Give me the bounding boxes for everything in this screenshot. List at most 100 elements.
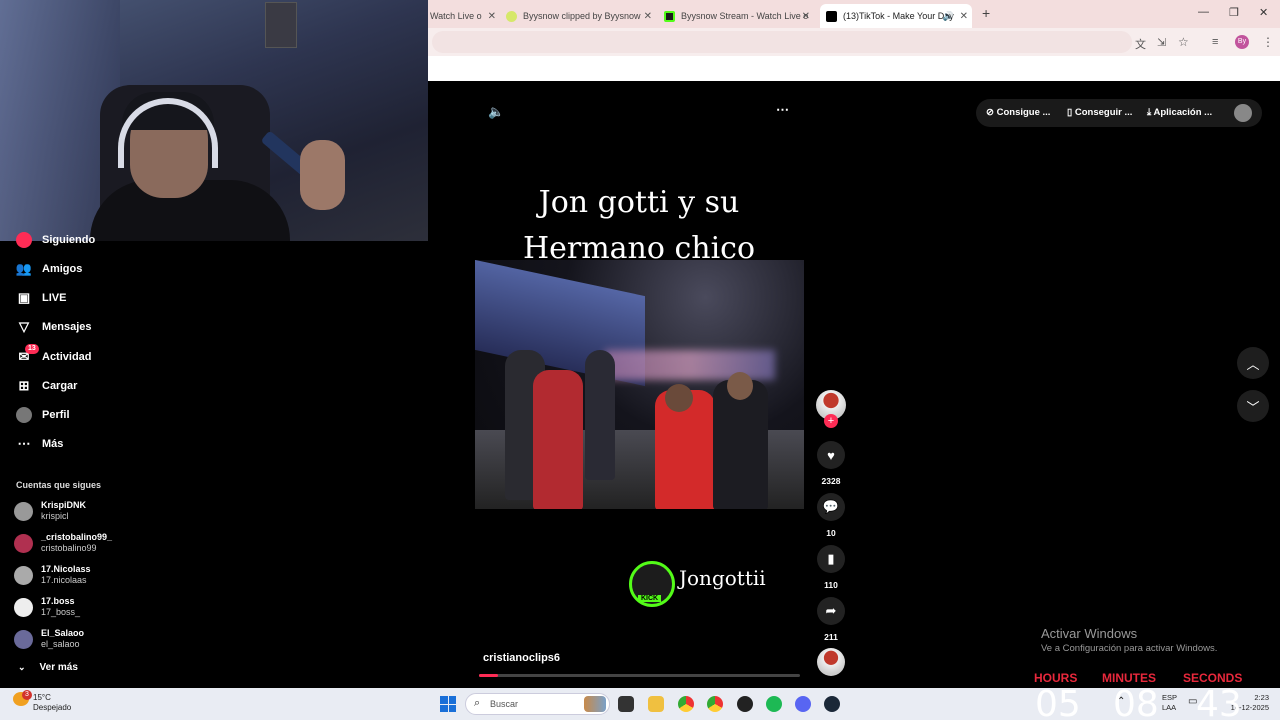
notification-badge: 13 (25, 344, 39, 354)
screen: { "browser": { "tabs": [ {"label": "Watc… (0, 0, 1280, 720)
window-close-button[interactable]: ✕ (1259, 6, 1268, 19)
sound-avatar[interactable] (817, 648, 845, 676)
like-count: 2328 (821, 476, 841, 486)
watermark-name: Jongottii (679, 566, 766, 590)
account-name: 17.Nicolass (41, 564, 91, 574)
video-person (533, 370, 583, 509)
language-indicator[interactable]: ESP LAA (1162, 693, 1177, 713)
sidebar-item-more[interactable]: ⋯ Más (16, 434, 64, 454)
account-handle: 17.nicolaas (41, 575, 87, 585)
translate-icon[interactable]: 文 (1135, 36, 1146, 52)
timer-seconds-label: SECONDS (1183, 671, 1243, 685)
profile-avatar[interactable]: By (1235, 35, 1249, 49)
app-icon[interactable] (737, 696, 753, 712)
download-app-label: Aplicación ... (1153, 107, 1213, 118)
restore-button[interactable]: ❐ (1229, 6, 1239, 19)
tab-byysnow-stream[interactable]: Byysnow Stream - Watch Live o ✕ (664, 4, 814, 28)
sidebar-item-following[interactable]: Siguiendo (16, 230, 95, 250)
page-header-strip (428, 56, 1280, 81)
bookmark-star-icon[interactable]: ☆ (1178, 35, 1189, 49)
next-video-button[interactable]: ﹀ (1237, 390, 1269, 422)
comment-button[interactable]: 💬 (817, 493, 845, 521)
kick-favicon-icon (506, 10, 517, 22)
like-button[interactable]: ♥ (817, 441, 845, 469)
more-options-icon[interactable]: ⋯ (776, 102, 789, 118)
tab-byysnow-clipped[interactable]: Byysnow clipped by Byysnow ✕ (506, 4, 656, 28)
search-placeholder: Buscar (490, 699, 519, 709)
video-player[interactable] (475, 260, 804, 509)
account-handle: krispicl (41, 511, 69, 521)
followed-account[interactable]: 17.boss 17_boss_ (14, 593, 80, 621)
install-icon[interactable]: ⇲ (1157, 36, 1166, 49)
address-field[interactable] (432, 31, 1132, 53)
close-icon[interactable]: ✕ (960, 11, 968, 22)
media-control-icon[interactable]: ≡ (1212, 36, 1218, 48)
minimize-button[interactable]: — (1198, 6, 1209, 18)
account-name: El_Salaoo (41, 628, 85, 638)
discord-icon[interactable] (795, 696, 811, 712)
get-app-button[interactable]: ▯ Conseguir ... (1067, 107, 1132, 118)
follow-button[interactable]: + (824, 414, 838, 428)
sidebar-item-label: Amigos (42, 263, 83, 275)
save-button[interactable]: ▮ (817, 545, 845, 573)
video-caption-title: Jon gotti y su Hermano chico (478, 180, 800, 272)
task-view-icon[interactable] (618, 696, 634, 712)
close-icon[interactable]: ✕ (802, 11, 810, 22)
share-button[interactable]: ➦ (817, 597, 845, 625)
video-person-head (665, 384, 693, 412)
share-icon: ➦ (825, 603, 837, 618)
download-app-button[interactable]: ⤓ Aplicación ... (1147, 107, 1212, 118)
webcam-poster (265, 2, 297, 48)
chrome-icon[interactable] (678, 696, 694, 712)
tab-label: (13)TikTok - Make Your Day (843, 11, 954, 21)
volume-icon[interactable]: 🔈 (488, 104, 504, 120)
followed-account[interactable]: _cristobalino99_ cristobalino99 (14, 529, 112, 557)
close-icon[interactable]: ✕ (644, 11, 652, 22)
avatar (14, 501, 33, 521)
kick-logo-avatar: KICK (629, 561, 675, 607)
avatar (14, 629, 33, 649)
sidebar-item-profile[interactable]: Perfil (16, 405, 70, 425)
kick-favicon-icon (664, 10, 675, 22)
close-icon[interactable]: ✕ (488, 11, 496, 22)
spotify-icon[interactable] (766, 696, 782, 712)
browser-menu-icon[interactable]: ⋮ (1262, 35, 1274, 49)
followed-account[interactable]: KrispiDNK krispicl (14, 497, 86, 525)
user-avatar[interactable] (1234, 104, 1252, 122)
tab-watch-live[interactable]: Watch Live o ✕ (430, 4, 500, 28)
video-progress-bar[interactable] (479, 674, 800, 677)
sidebar-item-messages[interactable]: ▽ Mensajes (16, 317, 92, 337)
sidebar-item-label: Más (42, 438, 64, 450)
followed-account[interactable]: El_Salaoo el_salaoo (14, 625, 84, 653)
timer-minutes-label: MINUTES (1102, 671, 1156, 685)
followed-account[interactable]: 17.Nicolass 17.nicolaas (14, 561, 91, 589)
weather-desc: Despejado (33, 703, 72, 712)
weather-widget[interactable]: 15°C Despejado (33, 693, 71, 713)
audio-playing-icon[interactable]: 🔊 (943, 11, 954, 22)
save-count: 110 (824, 580, 838, 590)
tiktok-favicon-icon (826, 10, 837, 22)
sidebar-item-friends[interactable]: 👥 Amigos (16, 259, 82, 279)
sidebar-item-live[interactable]: ▣ LIVE (16, 288, 67, 308)
sidebar-item-upload[interactable]: ⊞ Cargar (16, 376, 78, 396)
share-count: 211 (824, 632, 838, 642)
avatar (14, 565, 33, 585)
new-tab-button[interactable]: + (982, 5, 990, 21)
video-author[interactable]: cristianoclips6 (483, 652, 560, 664)
chrome-profile-icon[interactable] (707, 696, 723, 712)
tab-tiktok[interactable]: (13)TikTok - Make Your Day 🔊 ✕ (820, 4, 972, 28)
weather-badge: 3 (22, 690, 32, 700)
steam-icon[interactable] (824, 696, 840, 712)
search-highlight-icon (584, 696, 606, 712)
sidebar-item-activity[interactable]: ✉ 13 Actividad (16, 344, 92, 367)
more-icon: ⋯ (17, 436, 31, 451)
start-button[interactable] (440, 696, 456, 712)
previous-video-button[interactable]: ︿ (1237, 347, 1269, 379)
see-more-button[interactable]: ⌄ Ver más (18, 662, 78, 673)
get-coins-button[interactable]: ⊘ Consigue ... (986, 107, 1050, 118)
tab-label: Watch Live o (430, 11, 482, 21)
video-person-head (727, 372, 753, 400)
chevron-down-icon: ﹀ (1246, 399, 1260, 415)
file-explorer-icon[interactable] (648, 696, 664, 712)
timer-hours-label: HOURS (1034, 671, 1078, 685)
